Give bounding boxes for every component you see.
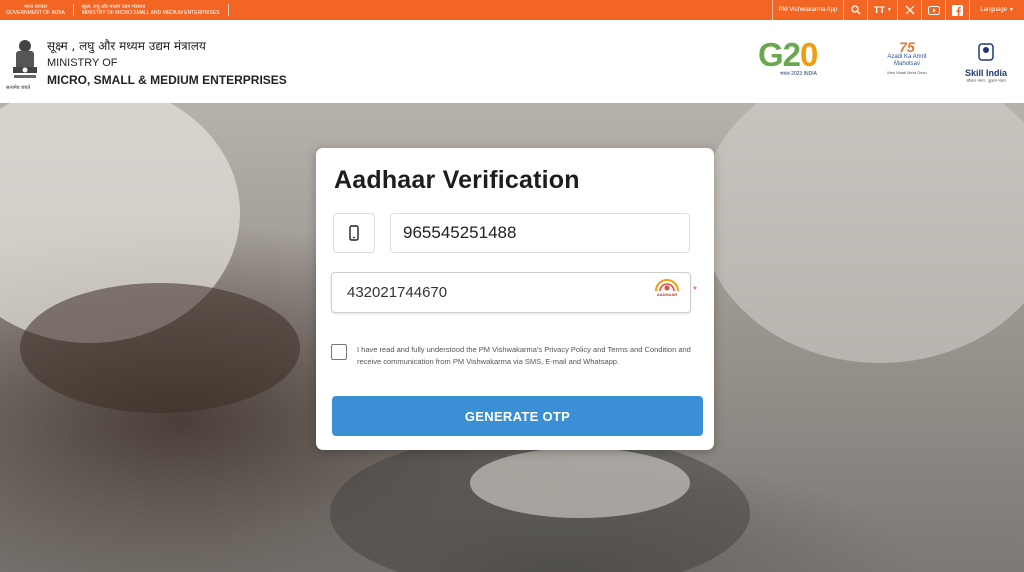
gov-english: GOVERNMENT OF INDIA (6, 10, 65, 16)
youtube-icon[interactable] (921, 0, 945, 20)
language-label: Language (980, 7, 1008, 13)
consent-text: I have read and fully understood the PM … (357, 345, 691, 366)
aadhaar-logo-icon: AADHAAR (653, 277, 681, 299)
chevron-down-icon: ▼ (1009, 7, 1014, 13)
text-size-icon[interactable]: TT ▼ (867, 0, 897, 20)
hero-shape (700, 103, 1024, 363)
top-right-tools: PM Vishwakarma App TT ▼ Language ▼ (771, 0, 1024, 20)
mobile-phone-icon (349, 225, 359, 241)
ministry-name-hindi: सूक्ष्म , लघु और मध्यम उद्यम मंत्रालय (47, 39, 206, 53)
national-emblem-icon (13, 40, 37, 78)
ministry-english-small: MINISTRY OF MICRO,SMALL AND MEDIUM ENTER… (81, 10, 220, 16)
emblem-caption: सत्यमेव जयते (6, 85, 31, 91)
aadhaar-logo-text: AADHAAR (656, 292, 678, 297)
language-selector[interactable]: Language ▼ (969, 0, 1024, 20)
x-twitter-icon[interactable] (897, 0, 921, 20)
consent-checkbox[interactable] (331, 344, 347, 360)
g20-logo: G20 भारत 2023 INDIA (758, 38, 848, 86)
ministry-title[interactable]: सूक्ष्म , लघु और मध्यम उद्यम मंत्रालय MI… (47, 37, 287, 87)
gov-of-india[interactable]: भारत सरकार GOVERNMENT OF INDIA (0, 4, 74, 16)
skill-india-logo: Skill India कौशल भारत - कुशल भारत (960, 43, 1012, 89)
mobile-number-field[interactable] (390, 213, 690, 253)
mobile-prefix-box (333, 213, 375, 253)
aadhaar-number-field[interactable] (331, 272, 691, 313)
site-header: सत्यमेव जयते सूक्ष्म , लघु और मध्यम उद्य… (0, 20, 1024, 103)
azadi-name: Azadi Ka Amrit Mahotsav (887, 54, 927, 67)
g20-subtitle: भारत 2023 INDIA (780, 71, 817, 77)
azadi-subtitle: Meri Maati Mera Desh (887, 70, 927, 75)
card-title: Aadhaar Verification (334, 166, 580, 194)
pm-vishwakarma-app-link[interactable]: PM Vishwakarma App (771, 0, 844, 20)
skill-india-tagline: कौशल भारत - कुशल भारत (966, 78, 1006, 83)
facebook-icon[interactable] (945, 0, 969, 20)
azadi-ka-amrit-mahotsav-logo: 75 Azadi Ka Amrit Mahotsav Meri Maati Me… (876, 40, 938, 88)
search-icon[interactable] (843, 0, 867, 20)
hand-shape (20, 283, 300, 413)
ministry-line1: MINISTRY OF (47, 57, 118, 69)
skill-india-name: Skill India (964, 68, 1007, 78)
required-indicator: * (693, 285, 697, 296)
skill-india-icon (978, 43, 994, 61)
clay-pot-shape (470, 448, 690, 518)
ministry-line2: MICRO, SMALL & MEDIUM ENTERPRISES (47, 73, 287, 87)
top-bar: भारत सरकार GOVERNMENT OF INDIA सूक्ष्म, … (0, 0, 1024, 20)
text-size-label: TT (873, 5, 885, 15)
ministry-link[interactable]: सूक्ष्म, लघु और मध्यम उद्यम मंत्रालय MIN… (74, 4, 229, 16)
gov-links: भारत सरकार GOVERNMENT OF INDIA सूक्ष्म, … (0, 0, 229, 20)
generate-otp-button[interactable]: GENERATE OTP (332, 396, 703, 436)
aadhaar-verification-card: Aadhaar Verification AADHAAR * I have re… (316, 148, 714, 450)
